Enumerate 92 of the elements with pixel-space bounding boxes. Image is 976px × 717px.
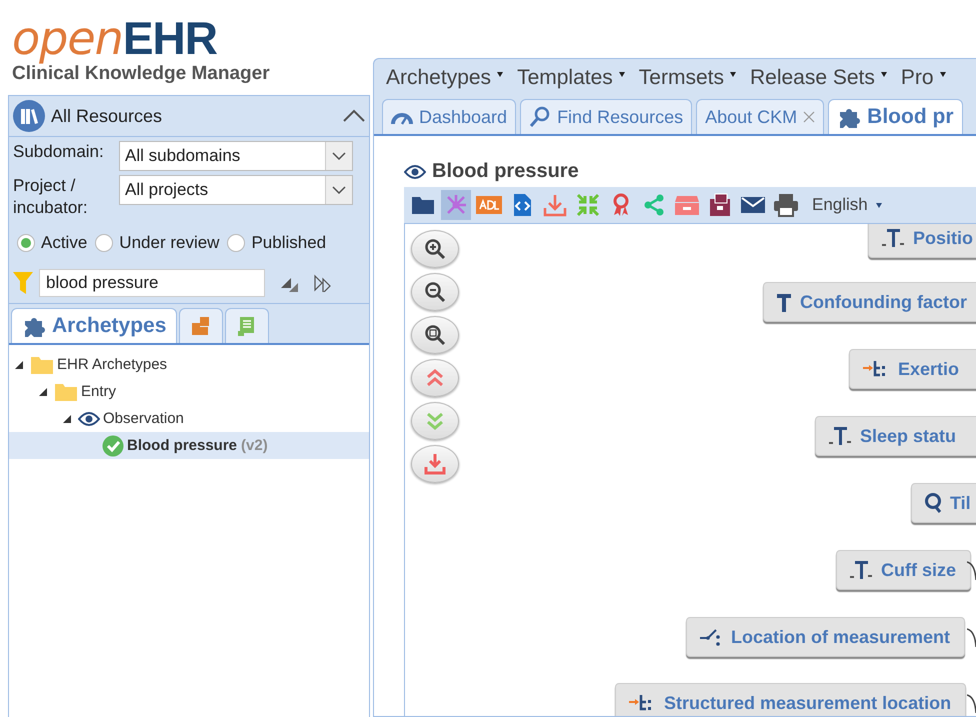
quantity-icon: [924, 492, 942, 514]
language-dropdown[interactable]: English: [812, 195, 882, 215]
filter-icon: [13, 272, 33, 294]
mind-map-node[interactable]: Exertio: [849, 349, 976, 389]
folder-icon: [30, 354, 54, 374]
status-radio[interactable]: Under review: [95, 233, 220, 253]
filter-label: Subdomain:: [13, 141, 105, 163]
caret-icon: [730, 72, 736, 77]
menu-item[interactable]: Archetypes: [386, 66, 504, 90]
archetype-title: Blood pressure: [432, 160, 579, 183]
search-field[interactable]: blood pressure: [39, 269, 265, 297]
menu-item[interactable]: Pro: [900, 66, 946, 90]
compress-icon: [576, 193, 600, 217]
coded-text-icon: [828, 425, 852, 447]
tree-item[interactable]: Entry: [9, 378, 369, 405]
caret-icon: [497, 72, 504, 77]
caret-icon: [880, 72, 887, 77]
mind-map-node[interactable]: Positio: [868, 224, 976, 258]
filter-label: Project / incubator:: [13, 175, 89, 219]
choice-icon: [699, 627, 723, 647]
adl-file-icon: [476, 196, 502, 214]
radio-button[interactable]: [95, 234, 114, 252]
eye-icon: [404, 164, 426, 178]
connector-line: [967, 693, 976, 715]
print-icon: [773, 193, 799, 217]
caret-icon: [940, 72, 946, 77]
app-subtitle: Clinical Knowledge Manager: [12, 63, 271, 85]
mind-map-node[interactable]: Structured measurement location: [615, 683, 966, 716]
zoom-in-button[interactable]: [411, 230, 459, 268]
mind-map-node[interactable]: Til: [911, 483, 976, 523]
zoom-fit-button[interactable]: [411, 316, 459, 354]
status-radio[interactable]: Active: [17, 233, 88, 253]
text-icon: [776, 292, 792, 312]
mind-map-node[interactable]: Sleep statu: [815, 416, 976, 456]
mind-map-node[interactable]: Confounding factor: [763, 282, 976, 322]
zoom-out-button[interactable]: [411, 273, 459, 311]
tab[interactable]: Blood pr: [828, 99, 962, 134]
chevron-down-icon: [332, 152, 346, 160]
puzzle-piece-icon: [837, 106, 862, 128]
connector-line: [967, 560, 976, 582]
coded-text-icon: [881, 227, 905, 249]
resource-tab[interactable]: [225, 308, 270, 343]
resource-tab[interactable]: [179, 308, 224, 343]
expand-all-icon[interactable]: [313, 274, 333, 292]
mind-map-node[interactable]: Location of measurement: [686, 617, 966, 657]
panel-title: All Resources: [51, 106, 164, 126]
coded-text-icon: [849, 559, 873, 581]
code-file-icon: [511, 193, 533, 217]
search-icon: [529, 106, 552, 128]
mind-map-node[interactable]: Cuff size: [836, 550, 972, 590]
zoom-fit-icon: [424, 324, 446, 346]
tree-item[interactable]: EHR Archetypes: [9, 351, 369, 378]
close-icon[interactable]: [803, 111, 816, 123]
tree-item[interactable]: Blood pressure (v2): [9, 432, 369, 459]
tab[interactable]: About CKM: [696, 99, 824, 134]
collapse-all-button[interactable]: [411, 359, 459, 397]
chevron-down-icon: [332, 186, 346, 194]
tab[interactable]: Find Resources: [520, 99, 692, 134]
folder-icon: [411, 195, 435, 215]
dropdown[interactable]: All subdomains: [119, 141, 353, 171]
expand-all-button[interactable]: [411, 402, 459, 440]
double-chevron-up-icon: [425, 368, 445, 388]
caret-icon: [876, 202, 882, 208]
zoom-in-icon: [424, 238, 446, 260]
puzzle-piece-icon: [22, 315, 46, 337]
radio-button[interactable]: [17, 234, 35, 252]
binder-icon: [708, 193, 732, 217]
folder-icon: [54, 382, 78, 402]
share-icon: [642, 193, 666, 217]
radio-button[interactable]: [227, 234, 246, 252]
double-chevron-down-icon: [425, 411, 445, 431]
collapse-icon[interactable]: [343, 109, 365, 123]
download-button[interactable]: [411, 445, 459, 483]
mail-icon: [740, 195, 766, 215]
dropdown[interactable]: All projects: [119, 175, 353, 205]
check-circle-icon: [102, 434, 124, 456]
caret-icon: [618, 72, 625, 77]
status-radio[interactable]: Published: [227, 233, 326, 253]
eye-icon: [78, 412, 100, 426]
menu-item[interactable]: Templates: [517, 66, 625, 90]
connector-line: [967, 627, 976, 649]
zoom-out-icon: [424, 281, 446, 303]
resource-tab[interactable]: Archetypes: [11, 308, 178, 343]
download-icon: [424, 453, 446, 475]
tree-item[interactable]: Observation: [9, 405, 369, 432]
download-icon: [543, 193, 567, 217]
books-icon: [13, 100, 45, 132]
menu-item[interactable]: Termsets: [638, 66, 736, 90]
tab[interactable]: Dashboard: [382, 99, 516, 134]
ribbon-icon: [611, 193, 631, 217]
archive-box-icon: [674, 194, 700, 216]
menu-item[interactable]: Release Sets: [750, 66, 887, 90]
